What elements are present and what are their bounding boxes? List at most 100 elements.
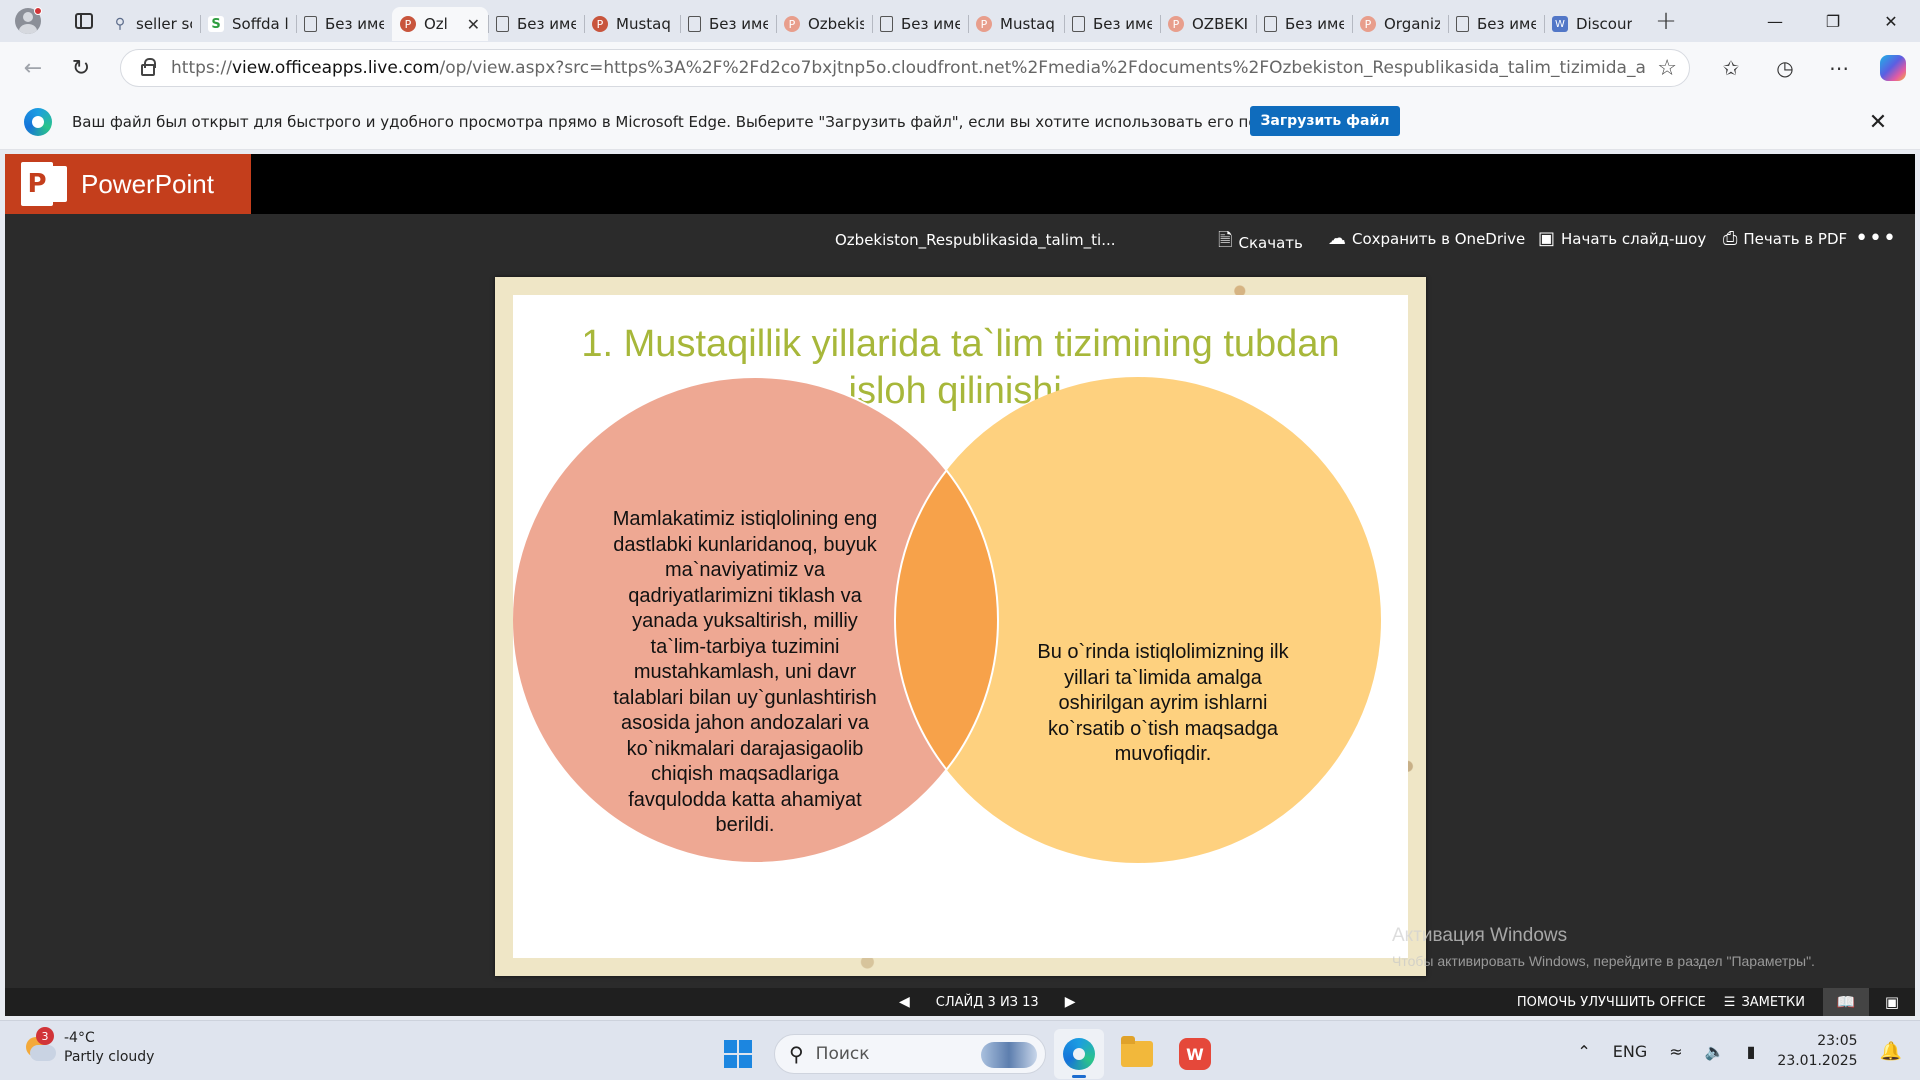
notifications-icon[interactable]: 🔔 xyxy=(1880,1041,1902,1062)
profile-button[interactable] xyxy=(8,1,48,41)
weather-badge: 3 xyxy=(36,1027,54,1045)
powerpoint-brand[interactable]: P PowerPoint xyxy=(5,154,251,214)
tab-label: Soffda l xyxy=(232,15,288,33)
more-options-icon[interactable]: ••• xyxy=(1855,226,1897,251)
folder-icon xyxy=(1121,1036,1153,1067)
back-button[interactable]: ← xyxy=(14,48,52,88)
taskbar-search[interactable]: ⚲ Поиск xyxy=(774,1034,1046,1074)
history-icon[interactable]: ◷ xyxy=(1758,48,1812,88)
slideshow-label: Начать слайд-шоу xyxy=(1561,229,1707,248)
taskbar-edge[interactable] xyxy=(1054,1029,1104,1079)
reload-icon: ↻ xyxy=(71,55,91,81)
url-prefix: https:// xyxy=(171,58,232,78)
browser-tab[interactable]: ⚲ seller sc xyxy=(104,7,200,41)
pptpale-favicon-icon: P xyxy=(976,16,992,32)
lock-icon xyxy=(141,58,156,76)
slide-content-area: 1. Mustaqillik yillarida ta`lim tizimini… xyxy=(513,295,1408,958)
battery-icon[interactable]: ▮ xyxy=(1747,1042,1756,1061)
doc-favicon-icon xyxy=(1264,16,1277,32)
start-button[interactable] xyxy=(716,1032,760,1076)
windows-activation-watermark: Активация Windows xyxy=(1392,925,1568,946)
tab-label: Без име xyxy=(709,15,768,33)
previous-slide-icon[interactable]: ◀ xyxy=(899,994,910,1010)
more-menu-icon[interactable]: ⋯ xyxy=(1812,48,1866,88)
slideshow-view-icon[interactable]: ▣ xyxy=(1869,988,1915,1016)
reload-button[interactable]: ↻ xyxy=(62,48,100,88)
browser-tab[interactable]: P Ozl ✕ xyxy=(392,7,488,41)
copilot-button[interactable] xyxy=(1866,48,1920,88)
wifi-icon[interactable]: ≈ xyxy=(1669,1042,1682,1061)
tab-label: Без име xyxy=(901,15,960,33)
close-window-button[interactable]: ✕ xyxy=(1862,0,1920,42)
help-improve-office-link[interactable]: ПОМОЧЬ УЛУЧШИТЬ OFFICE xyxy=(1517,995,1706,1010)
ppt-favicon-icon: P xyxy=(400,16,416,32)
onedrive-label: Сохранить в OneDrive xyxy=(1352,229,1526,248)
download-file-button[interactable]: Загрузить файл xyxy=(1250,106,1400,136)
taskbar-file-explorer[interactable] xyxy=(1112,1029,1162,1079)
powerpoint-logo-icon: P xyxy=(21,162,67,206)
venn-right-text: Bu o`rinda istiqlolimizning ilk yillari … xyxy=(1037,641,1289,765)
reading-view-icon[interactable]: 📖 xyxy=(1823,988,1869,1016)
url-text[interactable]: https://view.officeapps.live.com/op/view… xyxy=(171,58,1647,78)
browser-tab[interactable]: Без име xyxy=(296,7,392,41)
tab-label: Без име xyxy=(517,15,576,33)
search-favicon-icon: ⚲ xyxy=(114,16,126,32)
tab-label: Без име xyxy=(1093,15,1152,33)
notes-icon: ☰ xyxy=(1723,994,1736,1010)
restore-button[interactable]: ❐ xyxy=(1804,0,1862,42)
browser-tab[interactable]: W Discour xyxy=(1544,7,1640,41)
tab-actions-button[interactable] xyxy=(64,1,104,41)
browser-tab[interactable]: S Soffda l xyxy=(200,7,296,41)
minimize-button[interactable]: — xyxy=(1746,0,1804,42)
download-button[interactable]: 🗎 Скачать xyxy=(1218,228,1303,258)
system-tray: ⌃ ENG ≈ 🔈 ▮ 23:05 23.01.2025 🔔 xyxy=(1577,1021,1920,1080)
next-slide-icon[interactable]: ▶ xyxy=(1065,994,1076,1010)
doc-favicon-icon xyxy=(304,16,317,32)
address-bar[interactable]: https://view.officeapps.live.com/op/view… xyxy=(120,49,1690,87)
browser-tab[interactable]: Без име xyxy=(1064,7,1160,41)
navigation-bar: ← ↻ https://view.officeapps.live.com/op/… xyxy=(0,42,1920,94)
status-right: ПОМОЧЬ УЛУЧШИТЬ OFFICE ☰ ЗАМЕТКИ 📖 ▣ xyxy=(1517,988,1915,1016)
edge-logo-icon xyxy=(24,107,52,136)
browser-tab[interactable]: P Organiz xyxy=(1352,7,1448,41)
venn-left-text: Mamlakatimiz istiqlolining eng dastlabki… xyxy=(612,508,878,836)
favorite-star-icon[interactable]: ☆ xyxy=(1657,56,1677,81)
soffda-favicon-icon: S xyxy=(208,16,224,32)
cloud-icon: ☁ xyxy=(1328,228,1346,249)
doc-favicon-icon xyxy=(688,16,701,32)
clock-date: 23.01.2025 xyxy=(1777,1053,1858,1069)
close-infobar-icon[interactable]: ✕ xyxy=(1862,106,1894,138)
show-hidden-icons-chevron-icon[interactable]: ⌃ xyxy=(1577,1042,1590,1061)
powerpoint-toolbar: Ozbekiston_Respublikasida_talim_ti... 🗎 … xyxy=(5,214,1915,266)
close-tab-icon[interactable]: ✕ xyxy=(467,15,480,34)
start-slideshow-button[interactable]: ▣ Начать слайд-шоу xyxy=(1538,228,1706,249)
doc-favicon-icon xyxy=(1456,16,1469,32)
save-onedrive-button[interactable]: ☁ Сохранить в OneDrive xyxy=(1328,228,1525,249)
weather-widget[interactable]: 3 -4°C Partly cloudy xyxy=(22,1027,154,1067)
browser-tab[interactable]: Без име xyxy=(488,7,584,41)
browser-tab[interactable]: Без име xyxy=(872,7,968,41)
browser-tab[interactable]: Без име xyxy=(680,7,776,41)
browser-tab[interactable]: P Mustaq xyxy=(584,7,680,41)
tab-label: Discour xyxy=(1576,15,1632,33)
tab-label: Ozl xyxy=(424,15,448,33)
browser-tab[interactable]: Без име xyxy=(1256,7,1352,41)
weather-icon: 3 xyxy=(22,1027,56,1065)
taskbar-wps[interactable]: W xyxy=(1170,1029,1220,1079)
print-pdf-button[interactable]: ⎙ Печать в PDF xyxy=(1723,228,1847,249)
edge-icon xyxy=(1063,1038,1095,1070)
clock[interactable]: 23:05 23.01.2025 xyxy=(1777,1031,1857,1071)
browser-tab[interactable]: P Ozbekis xyxy=(776,7,872,41)
powerpoint-header: P PowerPoint xyxy=(5,154,1915,214)
new-tab-button[interactable]: + xyxy=(1646,1,1686,41)
favorites-icon[interactable]: ✩ xyxy=(1704,48,1758,88)
browser-tab[interactable]: P OZBEKI xyxy=(1160,7,1256,41)
browser-tab[interactable]: Без име xyxy=(1448,7,1544,41)
windows-activation-hint: Чтобы активировать Windows, перейдите в … xyxy=(1392,953,1815,969)
wps-office-icon: W xyxy=(1179,1038,1211,1070)
language-indicator[interactable]: ENG xyxy=(1613,1042,1647,1061)
browser-tab[interactable]: P Mustaq xyxy=(968,7,1064,41)
notes-button[interactable]: ☰ ЗАМЕТКИ xyxy=(1724,995,1805,1010)
volume-icon[interactable]: 🔈 xyxy=(1705,1042,1725,1061)
tab-actions-icon xyxy=(75,13,93,29)
